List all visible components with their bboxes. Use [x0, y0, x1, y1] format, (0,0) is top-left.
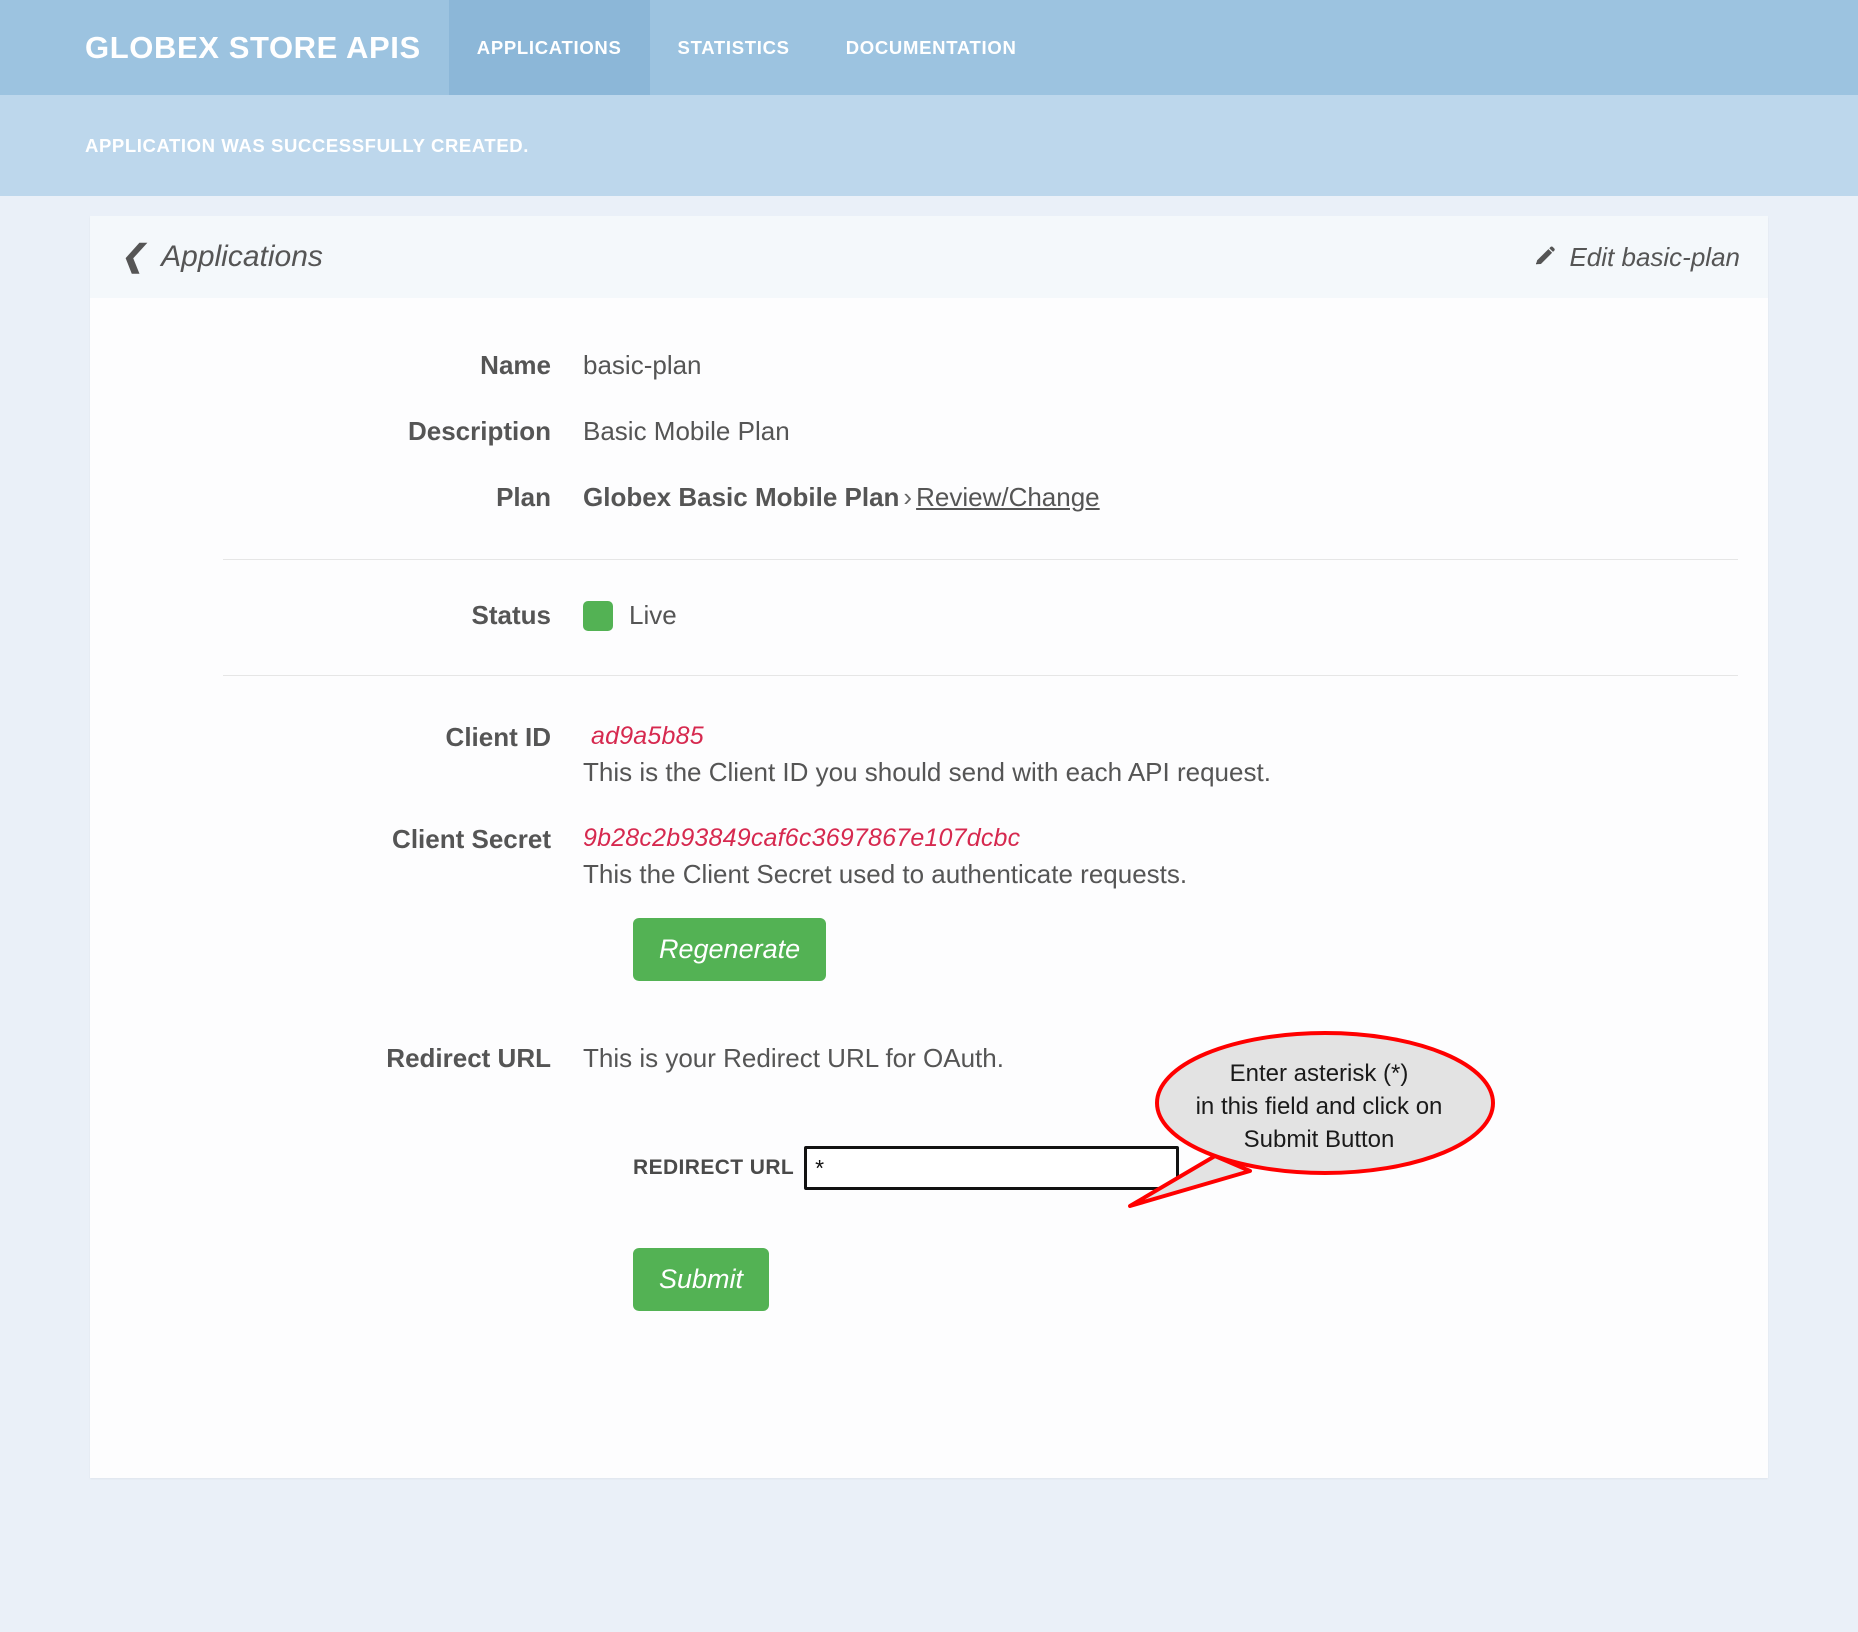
client-secret-value: 9b28c2b93849caf6c3697867e107dcbc: [583, 824, 1021, 852]
field-row-client-id: Client ID ad9a5b85 This is the Client ID…: [90, 722, 1768, 788]
redirect-url-field-line: REDIRECT URL: [633, 1146, 1768, 1190]
edit-link-label: Edit basic-plan: [1569, 241, 1740, 272]
client-secret-label: Client Secret: [392, 824, 551, 854]
status-value: Live: [629, 600, 677, 630]
card-body: Name basic-plan Description Basic Mobile…: [90, 298, 1768, 1478]
review-change-link[interactable]: Review/Change: [916, 482, 1100, 512]
back-to-applications-link[interactable]: ❮ Applications: [120, 240, 323, 274]
redirect-url-label: Redirect URL: [386, 1043, 551, 1073]
brand-title[interactable]: GLOBEX STORE APIS: [0, 0, 449, 95]
client-id-label: Client ID: [445, 722, 551, 752]
field-row-status: Status Live: [90, 600, 1768, 631]
nav-item-documentation[interactable]: DOCUMENTATION: [818, 0, 1045, 95]
client-id-value-group: ad9a5b85 This is the Client ID you shoul…: [573, 722, 1271, 788]
redirect-url-help: This is your Redirect URL for OAuth.: [583, 1043, 1004, 1073]
regenerate-button-wrap: Regenerate: [90, 918, 1768, 981]
flash-message: APPLICATION WAS SUCCESSFULLY CREATED.: [85, 134, 529, 156]
chevron-left-icon: ❮: [120, 240, 146, 273]
field-row-redirect-url: Redirect URL This is your Redirect URL f…: [90, 1043, 1768, 1074]
client-secret-help: This the Client Secret used to authentic…: [583, 859, 1188, 889]
pencil-icon: [1533, 245, 1557, 269]
client-secret-value-group: 9b28c2b93849caf6c3697867e107dcbc This th…: [573, 824, 1187, 890]
plan-value-group: Globex Basic Mobile Plan › Review/Change: [573, 482, 1100, 513]
plan-label: Plan: [496, 482, 551, 512]
redirect-url-field-label: REDIRECT URL: [633, 1156, 795, 1179]
field-row-name: Name basic-plan: [90, 350, 1768, 381]
divider-above-credentials: [223, 675, 1738, 676]
field-row-plan: Plan Globex Basic Mobile Plan › Review/Cha…: [90, 482, 1768, 513]
client-id-help: This is the Client ID you should send wi…: [583, 757, 1271, 787]
regenerate-button[interactable]: Regenerate: [633, 918, 827, 981]
status-badge: [583, 600, 613, 631]
nav-item-applications[interactable]: APPLICATIONS: [448, 0, 650, 95]
status-label: Status: [471, 600, 551, 630]
callout-line-2: in this field and click on: [1195, 1093, 1443, 1120]
plan-separator-icon: ›: [903, 482, 913, 512]
nav-item-statistics[interactable]: STATISTICS: [650, 0, 818, 95]
page-content: ❮ Applications Edit basic-plan Name basi…: [0, 196, 1858, 1632]
redirect-url-input[interactable]: [804, 1146, 1180, 1190]
redirect-url-form: REDIRECT URL Enter asterisk (*) in this …: [90, 1031, 1768, 1208]
submit-button[interactable]: Submit: [633, 1248, 770, 1311]
status-value-group: Live: [573, 600, 677, 631]
submit-button-wrap: Submit: [90, 1248, 1768, 1311]
flash-success-banner: APPLICATION WAS SUCCESSFULLY CREATED.: [0, 95, 1858, 196]
name-value: basic-plan: [583, 350, 702, 380]
back-link-label: Applications: [161, 240, 323, 273]
description-value: Basic Mobile Plan: [583, 416, 790, 446]
divider-above-status: [223, 559, 1738, 560]
client-id-value: ad9a5b85: [591, 722, 704, 750]
description-label: Description: [407, 416, 551, 446]
top-navbar: GLOBEX STORE APIS APPLICATIONS STATISTIC…: [0, 0, 1858, 95]
edit-application-link[interactable]: Edit basic-plan: [1533, 242, 1740, 273]
name-label: Name: [480, 350, 551, 380]
field-row-description: Description Basic Mobile Plan: [90, 416, 1768, 447]
plan-value: Globex Basic Mobile Plan: [583, 482, 900, 512]
field-row-client-secret: Client Secret 9b28c2b93849caf6c3697867e1…: [90, 824, 1768, 890]
card-header: ❮ Applications Edit basic-plan: [90, 216, 1768, 298]
application-detail-card: ❮ Applications Edit basic-plan Name basi…: [90, 216, 1768, 1478]
